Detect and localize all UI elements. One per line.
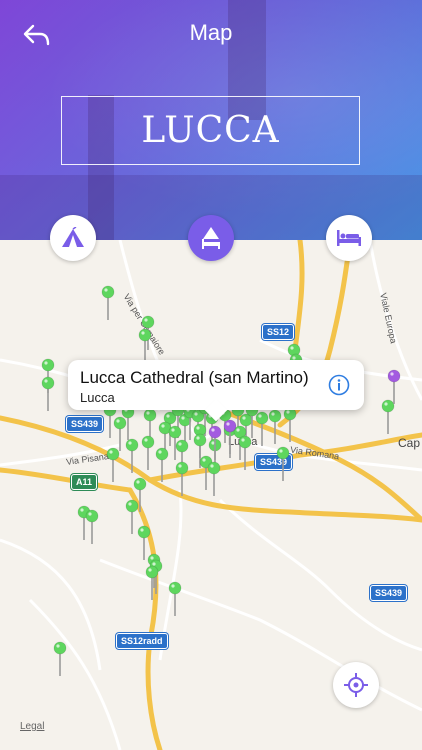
header-banner: Map LUCCA xyxy=(0,0,422,240)
map-pin[interactable] xyxy=(283,407,297,442)
map-pin[interactable] xyxy=(381,399,395,434)
callout-subtitle: Lucca xyxy=(80,390,115,405)
map-pin[interactable] xyxy=(141,435,155,470)
map-pin[interactable] xyxy=(85,509,99,544)
legal-link[interactable]: Legal xyxy=(20,721,44,732)
map-pin[interactable] xyxy=(255,411,269,446)
map-pin[interactable] xyxy=(268,409,282,444)
map-pin[interactable] xyxy=(125,438,139,473)
map-pin[interactable] xyxy=(387,369,401,404)
camping-bed-icon xyxy=(202,227,220,249)
map-pin[interactable] xyxy=(125,499,139,534)
category-camping-hotels-button[interactable] xyxy=(188,215,234,261)
crosshair-icon xyxy=(344,673,368,697)
map-pin[interactable] xyxy=(175,461,189,496)
page-title: Map xyxy=(189,20,233,45)
map-pin[interactable] xyxy=(106,447,120,482)
callout-title: Lucca Cathedral (san Martino) xyxy=(80,368,309,387)
map-pin[interactable] xyxy=(207,461,221,496)
map-pin[interactable] xyxy=(138,328,152,363)
map-pin[interactable] xyxy=(41,376,55,411)
tent-icon xyxy=(62,227,84,247)
map-pin[interactable] xyxy=(137,525,151,560)
locate-me-button[interactable] xyxy=(333,662,379,708)
city-title-box: LUCCA xyxy=(61,96,360,165)
map-pin[interactable] xyxy=(155,447,169,482)
map-pin[interactable] xyxy=(276,446,290,481)
map-pin[interactable] xyxy=(101,285,115,320)
map-pin[interactable] xyxy=(168,581,182,616)
map-pin[interactable] xyxy=(113,416,127,451)
category-hotels-button[interactable] xyxy=(326,215,372,261)
map-pin[interactable] xyxy=(53,641,67,676)
map-callout[interactable]: Lucca Cathedral (san Martino) Lucca xyxy=(68,360,364,410)
category-attractions-button[interactable] xyxy=(50,215,96,261)
bed-icon xyxy=(337,230,361,246)
info-icon[interactable] xyxy=(328,374,350,396)
city-title: LUCCA xyxy=(141,110,280,151)
